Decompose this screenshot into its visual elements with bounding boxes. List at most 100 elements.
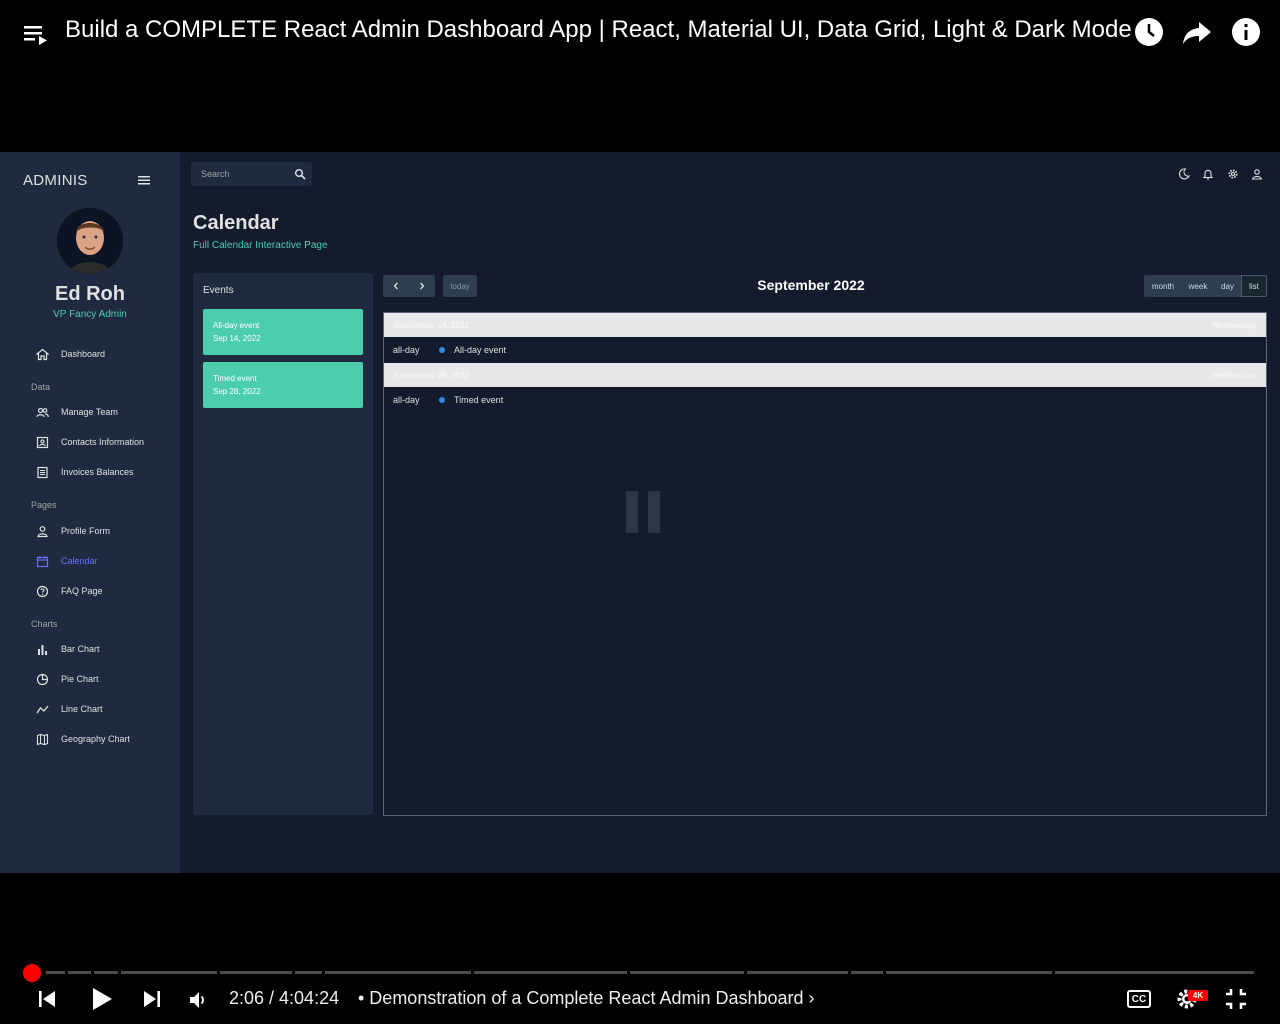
sidebar-item-label: Line Chart: [61, 704, 103, 714]
video-player: Build a COMPLETE React Admin Dashboard A…: [0, 0, 1280, 1024]
map-icon: [36, 733, 49, 745]
prev-button[interactable]: [383, 275, 409, 297]
sidebar: ADMINIS Ed Roh VP Fancy Admin Dashboard …: [0, 152, 180, 873]
sidebar-item-calendar[interactable]: Calendar: [36, 553, 98, 569]
menu-icon[interactable]: [138, 174, 151, 186]
sidebar-item-profile-form[interactable]: Profile Form: [36, 523, 110, 539]
sidebar-section-data: Data: [31, 382, 51, 392]
player-top-bar: Build a COMPLETE React Admin Dashboard A…: [0, 0, 1280, 64]
sidebar-item-label: Calendar: [61, 556, 98, 566]
playlist-icon[interactable]: [22, 20, 50, 48]
sidebar-item-label: Bar Chart: [61, 644, 100, 654]
brand-logo: ADMINIS: [23, 172, 88, 189]
person-icon[interactable]: [1251, 168, 1263, 180]
list-day-weekday[interactable]: Wednesday: [1212, 371, 1256, 380]
list-day-date[interactable]: September 14, 2022: [394, 321, 469, 330]
events-title: Events: [203, 285, 234, 296]
list-event-row[interactable]: all-day Timed event: [384, 387, 1266, 413]
view-list-button[interactable]: list: [1241, 275, 1267, 297]
today-button[interactable]: today: [443, 275, 477, 297]
home-icon: [36, 348, 49, 360]
prev-icon[interactable]: [37, 989, 57, 1009]
user-role: VP Fancy Admin: [53, 309, 127, 320]
list-day-date[interactable]: September 28, 2022: [394, 371, 469, 380]
chapter-title[interactable]: • Demonstration of a Complete React Admi…: [358, 988, 815, 1009]
list-event-time: all-day: [393, 345, 420, 355]
sidebar-item-bar-chart[interactable]: Bar Chart: [36, 641, 100, 657]
watch-later-icon[interactable]: [1133, 16, 1165, 48]
view-week-button[interactable]: week: [1182, 275, 1214, 297]
page-subtitle: Full Calendar Interactive Page: [193, 240, 328, 251]
sidebar-section-pages: Pages: [31, 500, 57, 510]
cc-icon[interactable]: CC: [1127, 990, 1151, 1008]
play-icon[interactable]: [90, 987, 114, 1011]
view-month-button[interactable]: month: [1144, 275, 1182, 297]
view-switcher: month week day list: [1144, 275, 1267, 297]
list-day-header: September 14, 2022 Wednesday: [384, 313, 1266, 337]
progress-scrubber[interactable]: [23, 964, 41, 982]
sidebar-item-label: Dashboard: [61, 349, 106, 359]
next-icon[interactable]: [142, 989, 162, 1009]
user-name: Ed Roh: [55, 283, 125, 305]
sidebar-section-charts: Charts: [31, 619, 58, 629]
video-title[interactable]: Build a COMPLETE React Admin Dashboard A…: [65, 16, 1132, 44]
volume-icon[interactable]: [188, 990, 208, 1010]
next-button[interactable]: [409, 275, 435, 297]
avatar: [57, 208, 123, 274]
timeline-icon: [36, 705, 49, 713]
sidebar-item-label: FAQ Page: [61, 586, 103, 596]
sidebar-item-label: Profile Form: [61, 526, 111, 536]
pause-indicator-icon: [626, 491, 660, 533]
receipt-icon: [37, 466, 48, 478]
list-day-header: September 28, 2022 Wednesday: [384, 363, 1266, 387]
event-title: Timed event: [213, 374, 257, 383]
list-event-row[interactable]: all-day All-day event: [384, 337, 1266, 363]
event-card[interactable]: Timed event Sep 28, 2022: [203, 362, 363, 408]
event-date: Sep 14, 2022: [213, 334, 261, 343]
event-card[interactable]: All-day event Sep 14, 2022: [203, 309, 363, 355]
main-content: Calendar Full Calendar Interactive Page …: [180, 152, 1280, 873]
progress-bar[interactable]: [24, 971, 1260, 974]
search-box: [191, 162, 312, 186]
notifications-icon[interactable]: [1202, 168, 1214, 180]
calendar-title: September 2022: [757, 277, 865, 293]
chevron-right-icon: [420, 282, 425, 290]
page-title: Calendar: [193, 212, 279, 234]
list-event-title: Timed event: [454, 395, 504, 405]
share-icon[interactable]: [1181, 16, 1213, 48]
sidebar-item-line-chart[interactable]: Line Chart: [36, 701, 103, 717]
sidebar-item-faq[interactable]: FAQ Page: [36, 583, 103, 599]
list-view: September 14, 2022 Wednesday all-day All…: [383, 312, 1267, 816]
contacts-icon: [36, 436, 49, 448]
sidebar-item-geography-chart[interactable]: Geography Chart: [36, 731, 130, 747]
list-day-weekday[interactable]: Wednesday: [1212, 321, 1256, 330]
help-icon: [36, 585, 49, 597]
sidebar-item-label: Manage Team: [61, 407, 118, 417]
search-input[interactable]: [201, 168, 291, 180]
calendar-icon: [36, 555, 49, 567]
event-title: All-day event: [213, 321, 260, 330]
view-day-button[interactable]: day: [1214, 275, 1241, 297]
sidebar-item-dashboard[interactable]: Dashboard: [36, 346, 105, 362]
info-icon[interactable]: [1230, 16, 1262, 48]
list-event-title: All-day event: [454, 345, 507, 355]
pie-chart-icon: [36, 673, 49, 685]
sidebar-item-label: Geography Chart: [61, 734, 131, 744]
person-outline-icon: [37, 525, 48, 537]
sidebar-item-invoices[interactable]: Invoices Balances: [36, 464, 134, 480]
event-dot-icon: [439, 397, 445, 403]
dark-mode-icon[interactable]: [1178, 168, 1190, 180]
event-dot-icon: [439, 347, 445, 353]
exit-fullscreen-icon[interactable]: [1225, 988, 1247, 1010]
list-event-time: all-day: [393, 395, 420, 405]
search-icon[interactable]: [294, 168, 306, 180]
sidebar-item-label: Invoices Balances: [61, 467, 134, 477]
events-sidebar: Events All-day event Sep 14, 2022 Timed …: [193, 273, 373, 815]
sidebar-item-pie-chart[interactable]: Pie Chart: [36, 671, 99, 687]
sidebar-item-contacts[interactable]: Contacts Information: [36, 434, 144, 450]
event-date: Sep 28, 2022: [213, 387, 261, 396]
sidebar-item-label: Pie Chart: [61, 674, 99, 684]
settings-icon[interactable]: [1227, 168, 1239, 180]
sidebar-item-label: Contacts Information: [61, 437, 145, 447]
sidebar-item-manage-team[interactable]: Manage Team: [36, 404, 118, 420]
